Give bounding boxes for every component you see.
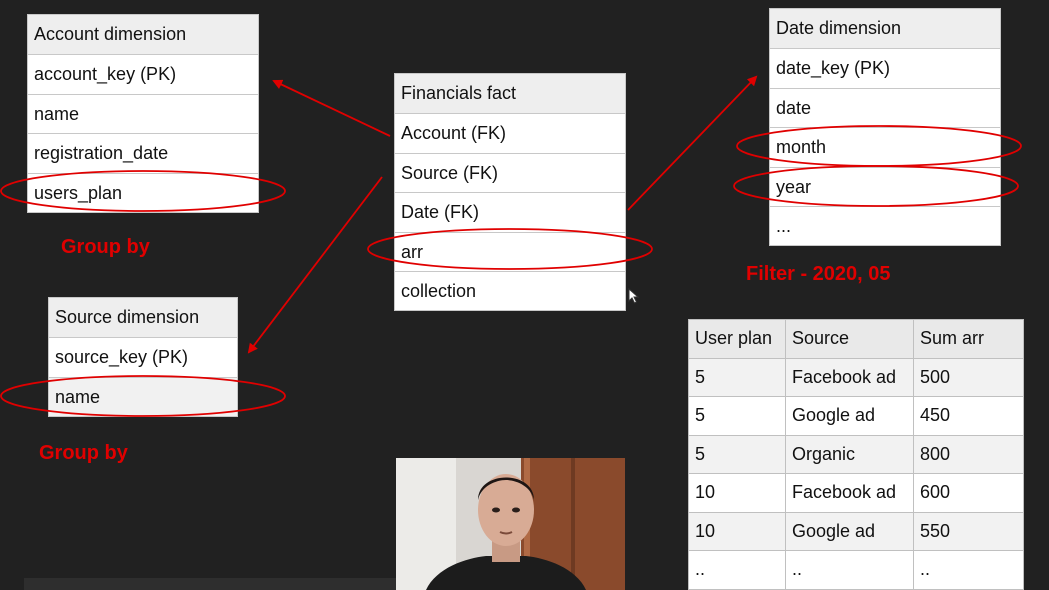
table-row: 5 Facebook ad 500 — [688, 357, 1024, 397]
result-cell: 10 — [688, 511, 786, 551]
presenter-webcam — [396, 458, 625, 590]
table-row: 10 Facebook ad 600 — [688, 473, 1024, 513]
result-cell: Google ad — [785, 396, 914, 436]
result-header: Sum arr — [913, 319, 1024, 359]
result-cell: 550 — [913, 511, 1024, 551]
result-table: User plan Source Sum arr 5 Facebook ad 5… — [688, 319, 1024, 590]
result-cell: Google ad — [785, 511, 914, 551]
result-cell: .. — [688, 550, 786, 590]
result-cell: 450 — [913, 396, 1024, 436]
table-row: .. .. .. — [688, 550, 1024, 590]
highlight-arr — [367, 228, 653, 270]
result-header: User plan — [688, 319, 786, 359]
result-cell: 5 — [688, 396, 786, 436]
result-cell: Facebook ad — [785, 473, 914, 513]
highlight-month — [736, 125, 1022, 167]
result-cell: 600 — [913, 473, 1024, 513]
result-header: Source — [785, 319, 914, 359]
result-cell: 500 — [913, 357, 1024, 397]
mouse-cursor-icon — [628, 287, 640, 309]
table-row: 10 Google ad 550 — [688, 511, 1024, 551]
arrow-to-source — [247, 176, 383, 354]
highlight-source-name — [0, 375, 286, 417]
arrow-to-account — [272, 79, 391, 137]
table-row: 5 Organic 800 — [688, 434, 1024, 474]
result-cell: 10 — [688, 473, 786, 513]
result-cell: 800 — [913, 434, 1024, 474]
result-cell: 5 — [688, 357, 786, 397]
result-cell: Organic — [785, 434, 914, 474]
result-cell: .. — [785, 550, 914, 590]
table-row: 5 Google ad 450 — [688, 396, 1024, 436]
highlight-year — [733, 165, 1019, 207]
video-control-bar[interactable] — [24, 578, 396, 590]
result-cell: .. — [913, 550, 1024, 590]
highlight-users-plan — [0, 170, 286, 212]
result-cell: 5 — [688, 434, 786, 474]
result-cell: Facebook ad — [785, 357, 914, 397]
result-header-row: User plan Source Sum arr — [688, 319, 1024, 359]
